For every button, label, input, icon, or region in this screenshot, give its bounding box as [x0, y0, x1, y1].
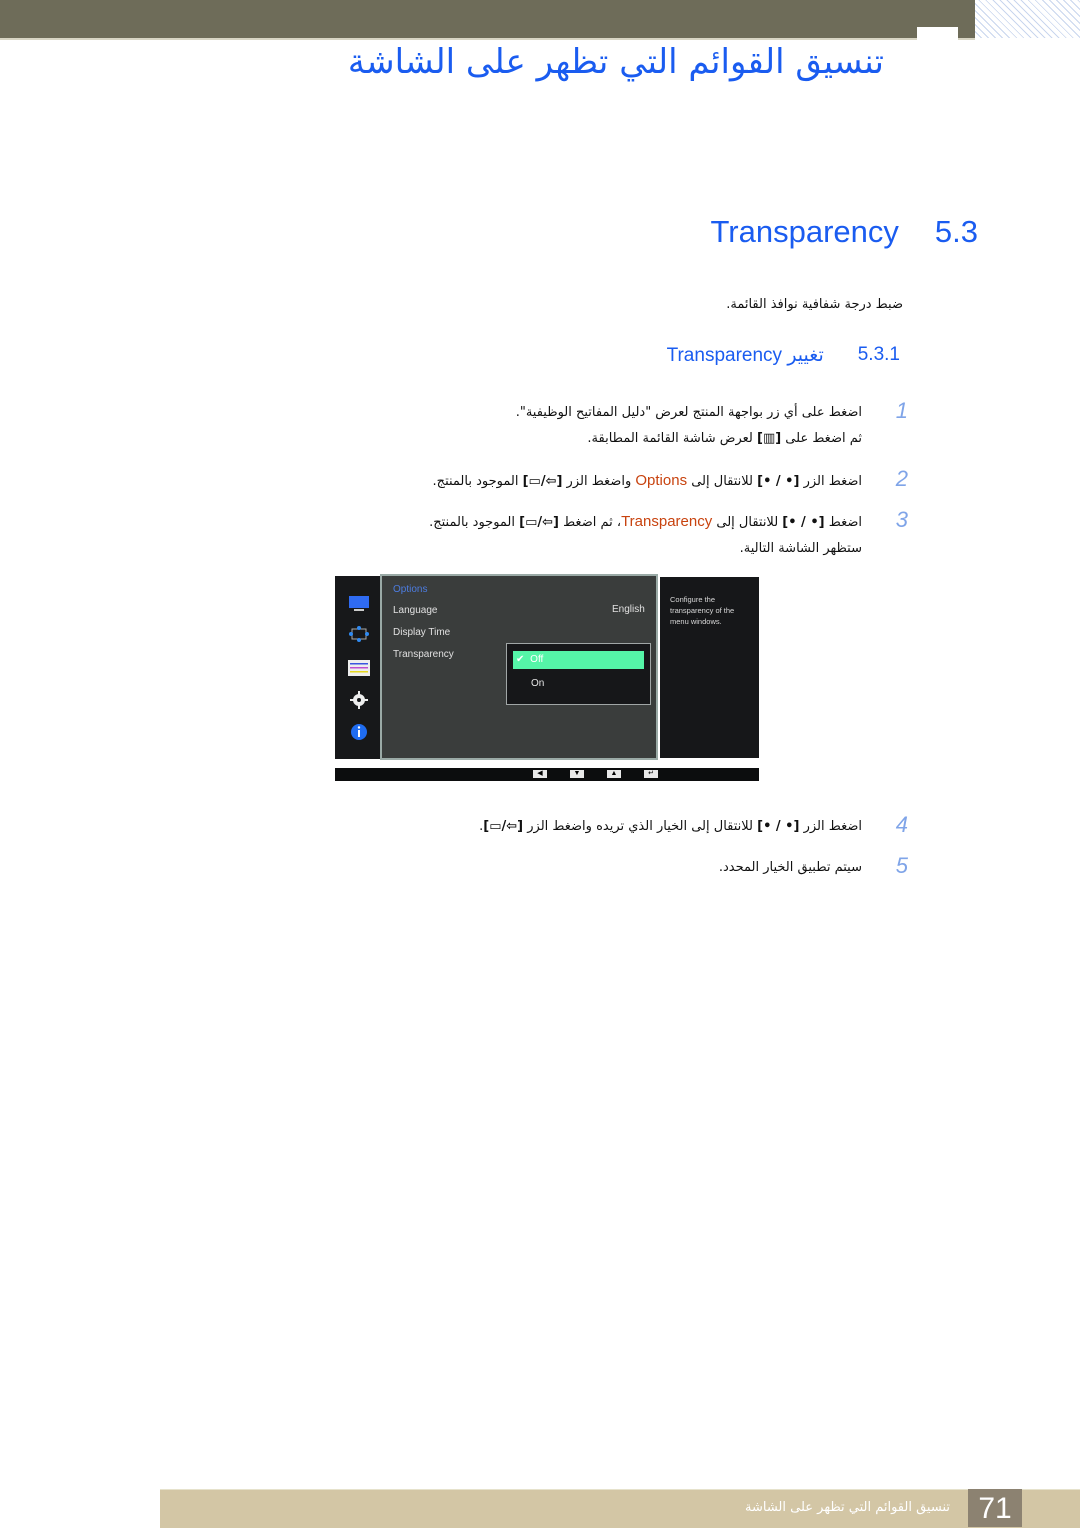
- step-text-part: لعرض شاشة القائمة المطابقة.: [587, 431, 757, 446]
- osd-item-language[interactable]: Language: [393, 605, 438, 616]
- subsection-title: تغيير Transparency: [666, 345, 824, 366]
- osd-help-text: Configure the transparency of the menu w…: [670, 595, 735, 626]
- step-number: 1: [895, 398, 908, 423]
- step-text-line2: ستظهر الشاشة التالية.: [739, 541, 862, 556]
- size-position-icon: [349, 626, 369, 642]
- step-text-part: الموجود بالمنتج.: [429, 515, 520, 530]
- subsection-number: 5.3.1: [857, 344, 900, 365]
- step-number: 4: [895, 812, 908, 837]
- osd-header: Options: [393, 584, 428, 595]
- step-number: 3: [895, 507, 908, 532]
- step-1: اضغط على أي زر بواجهة المنتج لعرض "دليل …: [516, 400, 862, 452]
- subsection-heading: تغيير Transparency 5.3.1: [667, 344, 900, 367]
- language-value: English: [612, 604, 645, 615]
- gear-icon: [350, 691, 368, 709]
- info-icon: [351, 724, 367, 740]
- footer-title: تنسيق القوائم التي تظهر على الشاشة: [745, 1500, 950, 1515]
- up-arrow-icon: ▲: [607, 770, 621, 778]
- step-3: اضغط [• / •] للانتقال إلى Transparency، …: [429, 509, 862, 562]
- dropdown-option-off[interactable]: ✔ Off: [513, 651, 644, 669]
- option-label: Off: [530, 654, 544, 665]
- monitor-icon: [349, 596, 369, 611]
- menu-button-ref: [▥]: [757, 431, 782, 446]
- step-text-line2: ثم اضغط على [▥] لعرض شاشة القائمة المطاب…: [516, 426, 862, 452]
- step-text-line1: اضغط [• / •] للانتقال إلى Transparency، …: [429, 509, 862, 536]
- check-icon: ✔: [516, 654, 525, 665]
- section-title: Transparency: [710, 214, 899, 249]
- nav-button-ref: [• / •]: [757, 819, 800, 834]
- header-bar: [0, 0, 975, 38]
- dropdown-option-on[interactable]: On: [531, 678, 544, 689]
- header-divider: [0, 38, 975, 40]
- nav-button-ref: [• / •]: [757, 474, 800, 489]
- step-number: 5: [895, 853, 908, 878]
- left-arrow-icon: ◀: [533, 770, 547, 778]
- step-number: 2: [895, 466, 908, 491]
- osd-item-display-time[interactable]: Display Time: [393, 627, 450, 638]
- enter-icon: ↵: [644, 770, 658, 778]
- osd-item-transparency[interactable]: Transparency: [393, 649, 454, 660]
- step-text: اضغط على أي زر بواجهة المنتج لعرض "دليل …: [515, 405, 862, 420]
- nav-button-ref: [• / •]: [782, 515, 825, 530]
- osd-button-guide: [335, 768, 759, 781]
- transparency-highlight: Transparency: [621, 513, 713, 530]
- page-number: 71: [968, 1489, 1022, 1527]
- section-heading: Transparency 5.3: [711, 214, 979, 250]
- step-text-part: للانتقال إلى: [687, 474, 758, 489]
- step-5: سيتم تطبيق الخيار المحدد.: [718, 860, 862, 875]
- menu-settings-icon: [348, 660, 370, 676]
- section-intro: ضبط درجة شفافية نوافذ القائمة.: [726, 297, 903, 312]
- options-highlight: Options: [635, 472, 688, 489]
- step-text-part: اضغط الزر: [799, 474, 862, 489]
- step-text-part: اضغط الزر: [799, 819, 862, 834]
- down-arrow-icon: ▼: [570, 770, 584, 778]
- step-text-part: اضغط: [824, 515, 862, 530]
- header-tab: [917, 27, 958, 40]
- section-number: 5.3: [934, 214, 978, 249]
- step-text-part: الموجود بالمنتج.: [432, 474, 523, 489]
- step-2: اضغط الزر [• / •] للانتقال إلى Options و…: [433, 468, 862, 495]
- header-hatch-pattern: [975, 0, 1080, 38]
- step-4: اضغط الزر [• / •] للانتقال إلى الخيار ال…: [479, 814, 862, 840]
- enter-button-ref: [⇦/▭]: [522, 474, 563, 489]
- chapter-title: تنسيق القوائم التي تظهر على الشاشة: [347, 42, 885, 82]
- enter-button-ref: [⇦/▭]: [519, 515, 559, 530]
- step-text-part: ثم اضغط على: [781, 431, 862, 446]
- step-text-part: واضغط الزر: [562, 474, 636, 489]
- step-text-part: للانتقال إلى الخيار الذي تريده واضغط الز…: [523, 819, 758, 834]
- step-text-part: ، ثم اضغط: [558, 515, 622, 530]
- enter-button-ref: [⇦/▭]: [483, 819, 524, 834]
- step-text-part: للانتقال إلى: [712, 515, 783, 530]
